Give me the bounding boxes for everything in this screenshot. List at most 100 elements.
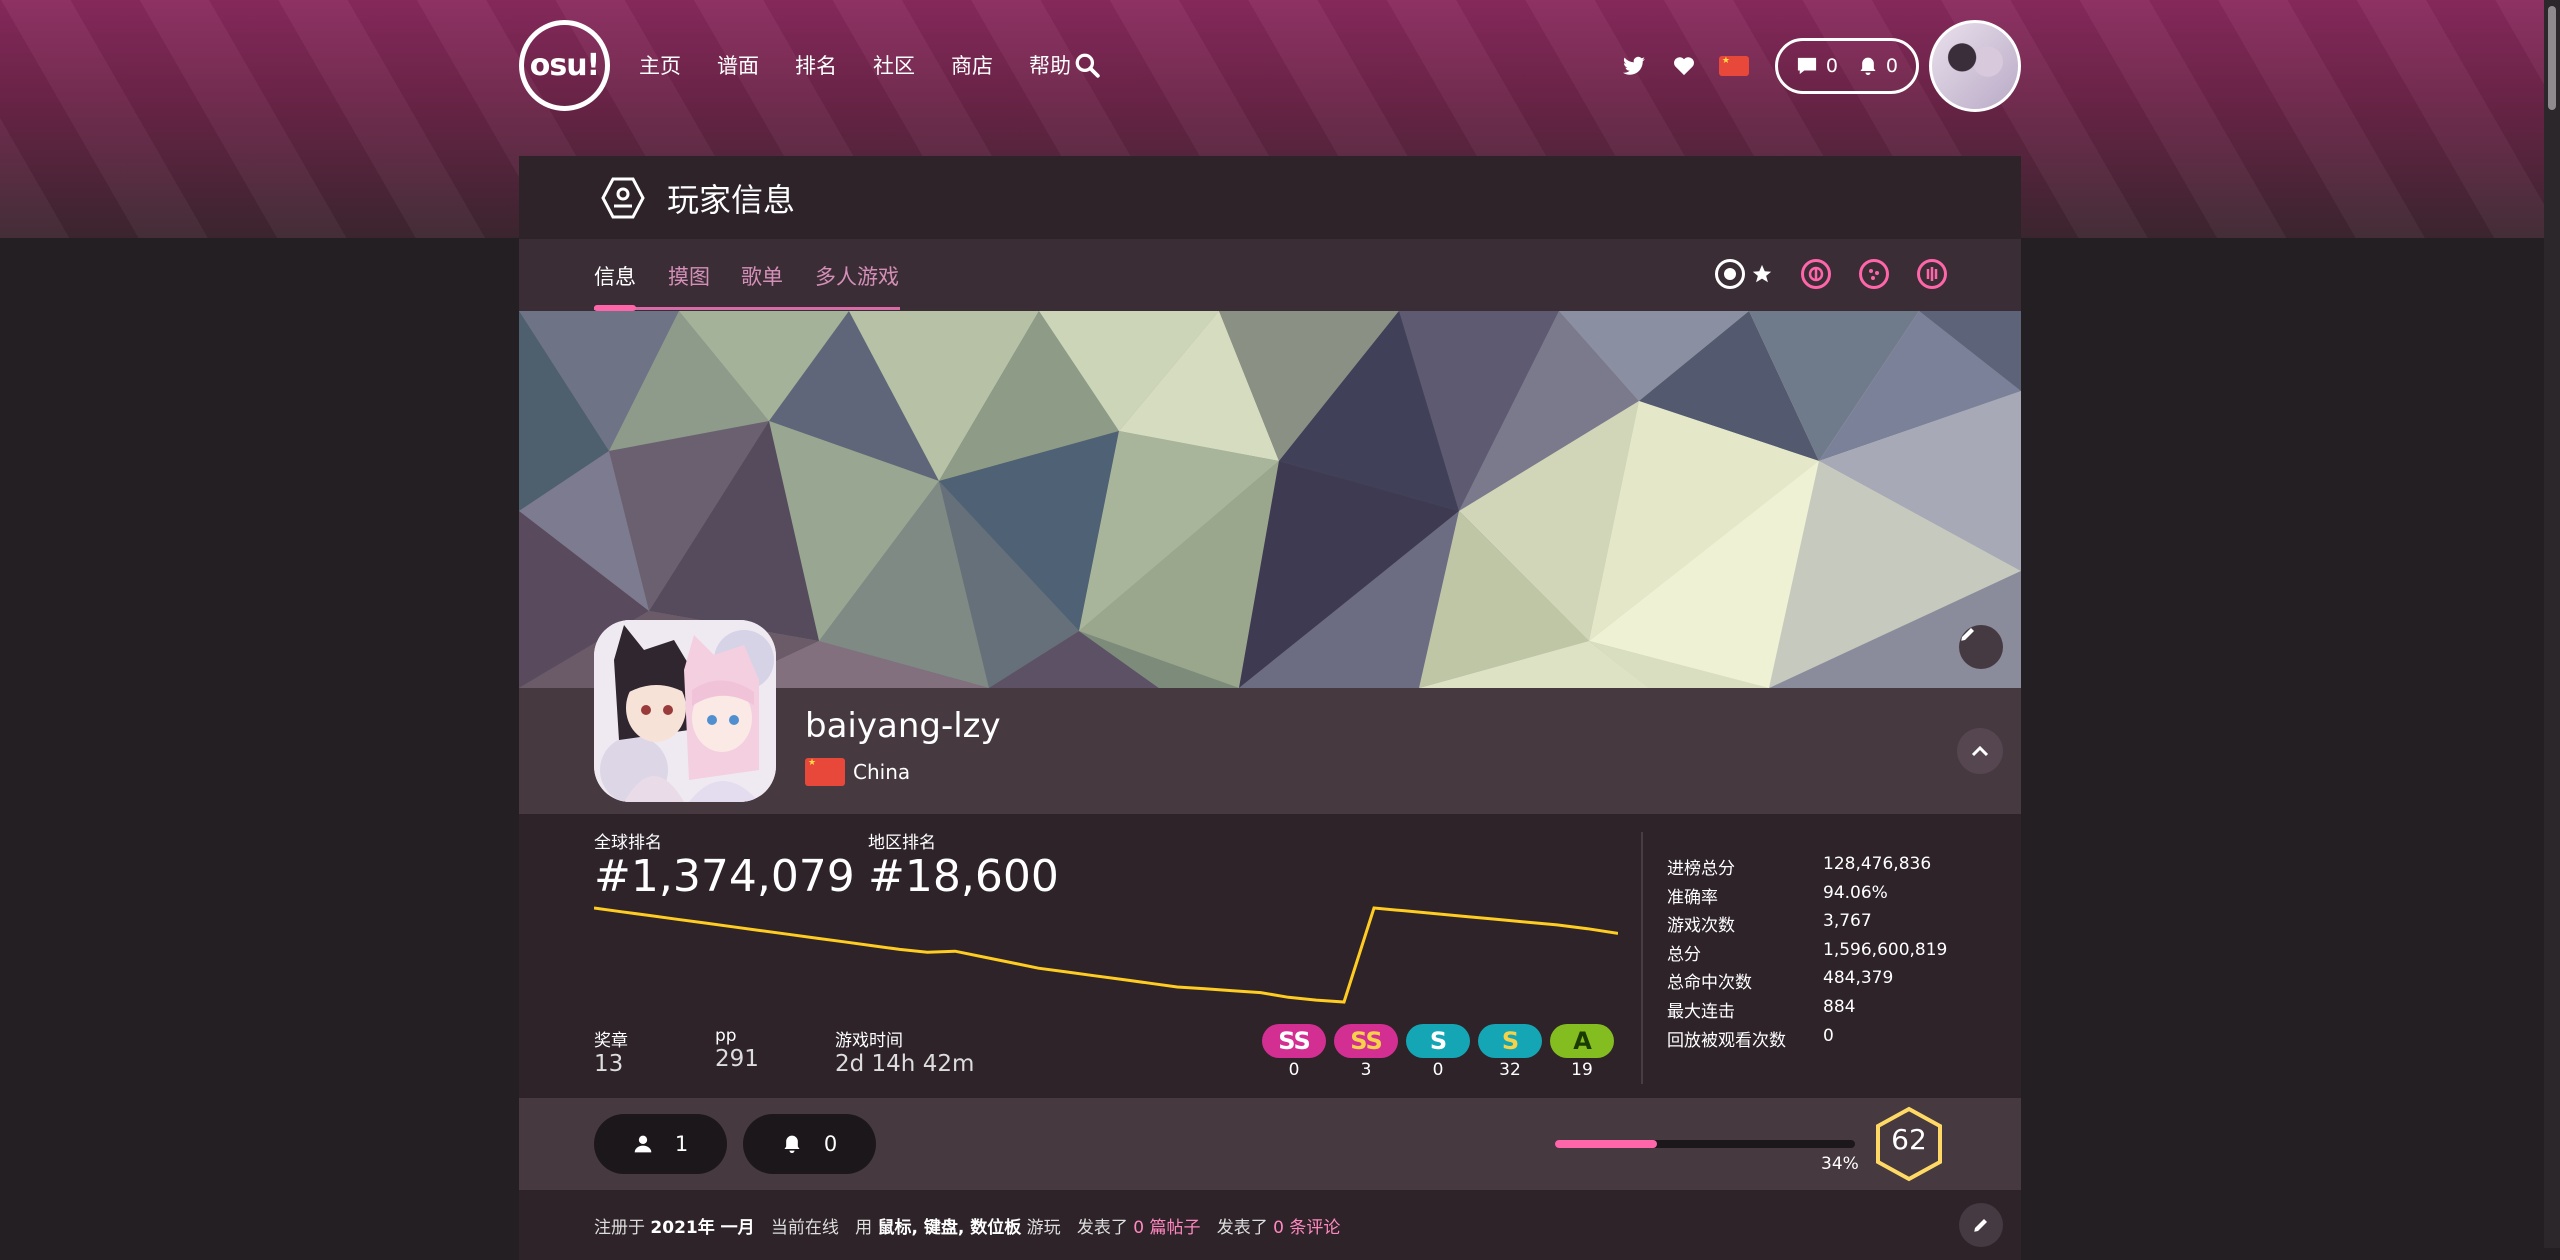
heart-icon[interactable] (1667, 49, 1701, 83)
stat-label: 最大连击 (1667, 1001, 1735, 1022)
china-flag-icon (805, 758, 845, 786)
grade-count: 32 (1499, 1060, 1521, 1080)
grade-s-silver: S0 (1406, 1024, 1470, 1080)
country-name: China (853, 760, 911, 784)
scrollbar[interactable] (2544, 0, 2560, 1248)
uses-prefix: 用 (855, 1218, 878, 1238)
game-mode-selector (1715, 259, 1947, 289)
page-title: 玩家信息 (667, 180, 796, 219)
bell-icon (1860, 57, 1876, 76)
country-rank-value: #18,600 (868, 851, 1059, 902)
country-link[interactable]: China (805, 758, 910, 786)
tab-modding[interactable]: 摸图 (668, 261, 710, 291)
mode-mania-icon[interactable] (1917, 259, 1947, 289)
search-icon[interactable] (1074, 52, 1100, 78)
stat-row-play-count: 游戏次数 3,767 (1667, 911, 1987, 940)
stat-value: 884 (1823, 996, 1856, 1017)
pp-stat: pp 291 (715, 1026, 759, 1072)
stat-label: 回放被观看次数 (1667, 1030, 1786, 1051)
pencil-icon (1974, 1219, 1987, 1232)
grade-count: 0 (1288, 1060, 1300, 1080)
menu-item-home[interactable]: 主页 (639, 50, 681, 80)
chevron-up-icon (1971, 745, 1989, 757)
stat-value: 128,476,836 (1823, 854, 1932, 874)
chat-button[interactable]: 0 (1796, 55, 1838, 77)
tab-playlists[interactable]: 歌单 (741, 261, 783, 291)
stat-value: 3,767 (1823, 911, 1872, 932)
medals-value: 13 (594, 1051, 624, 1077)
grade-count: 19 (1571, 1060, 1593, 1080)
twitter-icon[interactable] (1617, 49, 1651, 83)
identity-bar: baiyang-lzy China (519, 620, 2021, 814)
info-text: 注册于 2021年 一月 当前在线 用 鼠标, 键盘, 数位板 游玩 发表了 0… (594, 1213, 1340, 1238)
level-progress-bar (1555, 1140, 1855, 1148)
social-level-bar: 1 0 34% 62 (519, 1098, 2021, 1190)
country-rank-label: 地区排名 (868, 833, 936, 853)
forum-posts-link[interactable]: 0 篇帖子 (1133, 1213, 1200, 1238)
level-progress-text: 34% (1821, 1154, 1859, 1174)
stat-row-replays-watched: 回放被观看次数 0 (1667, 1026, 1987, 1055)
tab-multiplayer[interactable]: 多人游戏 (815, 261, 899, 291)
stat-value: 94.06% (1823, 882, 1888, 903)
notification-count: 0 (1885, 55, 1898, 77)
menu-item-store[interactable]: 商店 (951, 50, 993, 80)
edit-cover-button[interactable] (1959, 625, 2003, 669)
menu-item-beatmaps[interactable]: 谱面 (717, 50, 759, 80)
mode-taiko-icon[interactable] (1801, 259, 1831, 289)
page-header: 玩家信息 (519, 156, 2021, 239)
grade-count: 3 (1360, 1060, 1372, 1080)
collapse-header-button[interactable] (1957, 728, 2003, 774)
mode-catch-icon[interactable] (1859, 259, 1889, 289)
pp-value: 291 (715, 1046, 759, 1072)
grade-s: S 32 (1478, 1024, 1542, 1080)
grade-badge: A (1550, 1024, 1614, 1058)
grade-badge: SS (1262, 1024, 1326, 1058)
profile-avatar[interactable] (594, 620, 776, 802)
user-hexagon-icon (601, 177, 645, 218)
default-mode-star-icon (1752, 264, 1772, 283)
pp-label: pp (715, 1026, 737, 1046)
stat-row-accuracy: 准确率 94.06% (1667, 883, 1987, 912)
nav-right-group: 0 0 (1617, 20, 2021, 112)
grade-badge: S (1478, 1024, 1542, 1058)
menu-item-community[interactable]: 社区 (873, 50, 915, 80)
detail-stats: 进榜总分 128,476,836 准确率 94.06% 游戏次数 3,767 总分 1,… (1667, 854, 1987, 1054)
stat-row-total-score: 总分 1,596,600,819 (1667, 940, 1987, 969)
rank-history-chart[interactable] (594, 900, 1618, 1010)
grade-counts: SS 0 SS 3 S0 S 32 A 19 (1262, 1024, 1614, 1080)
mode-osu-icon[interactable] (1715, 259, 1745, 289)
edit-info-button[interactable] (1959, 1203, 2003, 1247)
osu-logo[interactable]: osu! (519, 20, 610, 111)
menu-item-help[interactable]: 帮助 (1029, 50, 1071, 80)
notification-button[interactable]: 0 (1858, 55, 1898, 77)
comments-link[interactable]: 0 条评论 (1273, 1213, 1340, 1238)
chat-notification-pill[interactable]: 0 0 (1774, 38, 1919, 94)
stat-row-total-hits: 总命中次数 484,379 (1667, 968, 1987, 997)
profile-panel: 玩家信息 信息 摸图 歌单 多人游戏 baiyang-lzy ★ China 全… (519, 156, 2021, 1260)
stat-value: 0 (1823, 1025, 1834, 1046)
subscribers-count: 0 (823, 1132, 838, 1156)
language-flag-icon[interactable] (1717, 49, 1751, 83)
menu-item-rankings[interactable]: 排名 (795, 50, 837, 80)
user-icon (634, 1135, 652, 1153)
username: baiyang-lzy (805, 706, 1001, 746)
subscribers-button[interactable]: 0 (743, 1114, 876, 1174)
global-rank-label: 全球排名 (594, 833, 662, 853)
stats-divider (1641, 832, 1643, 1084)
grade-ss-silver: SS 0 (1262, 1024, 1326, 1080)
tab-info[interactable]: 信息 (594, 261, 636, 291)
grade-a: A 19 (1550, 1024, 1614, 1080)
playtime-stat: 游戏时间 2d 14h 42m (835, 1026, 974, 1077)
stat-value: 1,596,600,819 (1823, 939, 1948, 960)
pencil-icon (1961, 628, 1974, 641)
user-avatar-button[interactable] (1929, 20, 2021, 112)
followers-button[interactable]: 1 (594, 1114, 727, 1174)
posts-prefix: 发表了 (1076, 1218, 1134, 1238)
comments-prefix: 发表了 (1216, 1218, 1274, 1238)
global-rank: 全球排名 #1,374,079 (594, 828, 855, 901)
scrollbar-thumb[interactable] (2548, 6, 2556, 110)
level-value: 62 (1891, 1123, 1927, 1156)
